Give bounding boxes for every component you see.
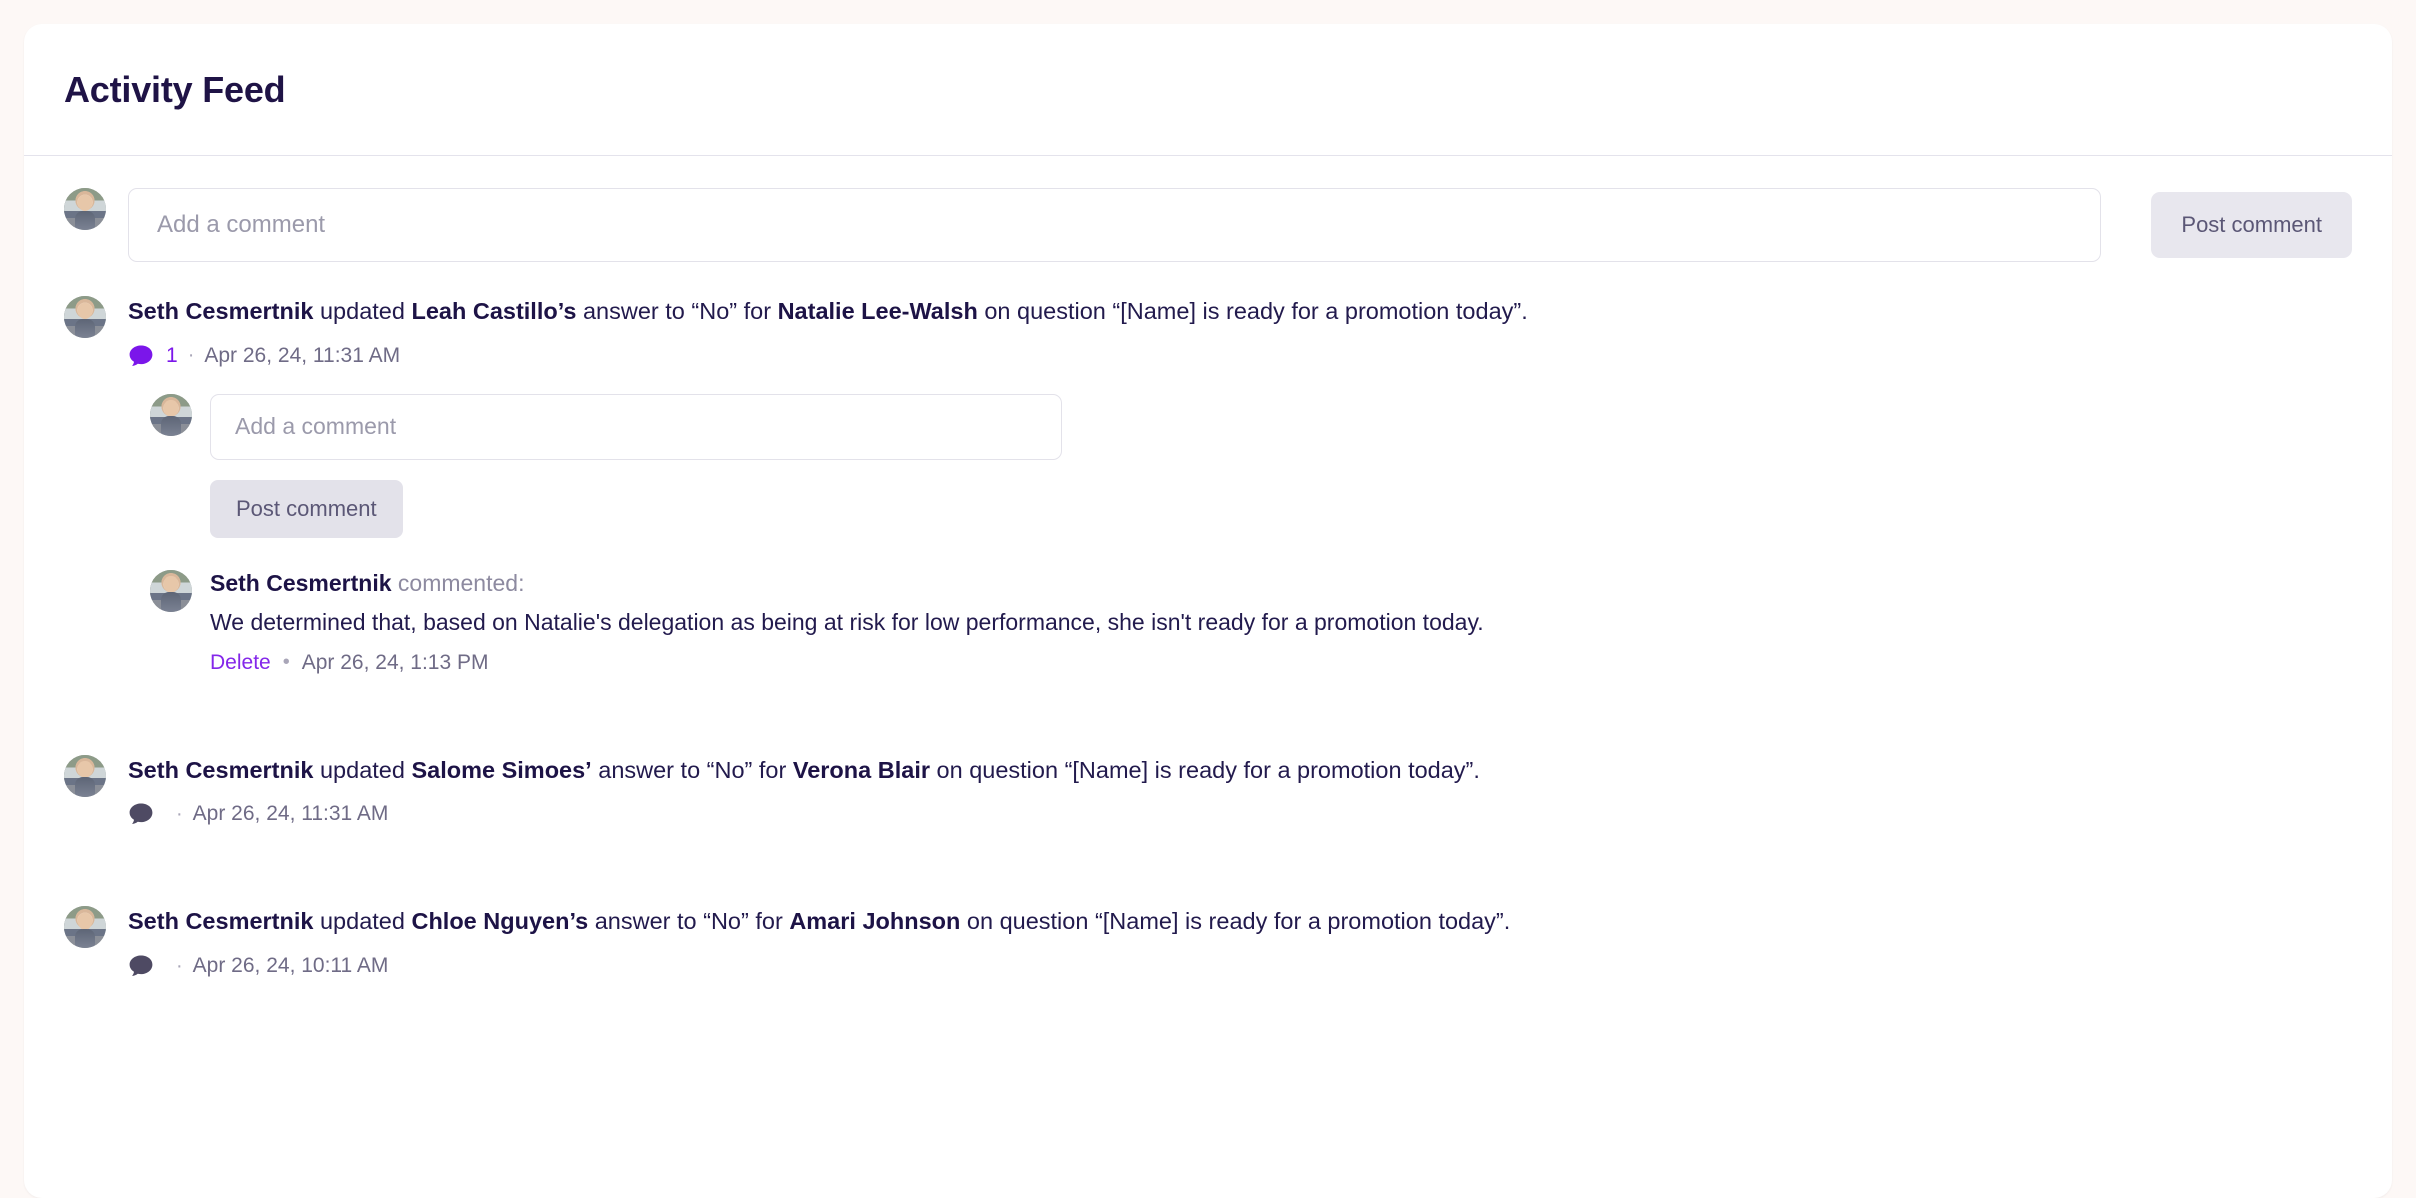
activity-tail: on question “[Name] is ready for a promo… (984, 298, 1528, 324)
meta-separator: • (282, 651, 290, 674)
avatar (150, 393, 192, 436)
thread-post-comment-button[interactable]: Post comment (210, 479, 403, 538)
activity-meta: · Apr 26, 24, 11:31 AM (128, 802, 2352, 826)
activity-actor: Seth Cesmertnik (128, 756, 314, 783)
activity-item: Seth Cesmertnik updated Salome Simoes’ a… (64, 754, 2352, 879)
comment-bubble-icon[interactable] (128, 954, 154, 978)
activity-timestamp: Apr 26, 24, 11:31 AM (204, 343, 401, 367)
activity-subject: Chloe Nguyen’s (411, 908, 589, 935)
activity-middle: answer to “No” for (582, 298, 772, 324)
comment-input[interactable]: Add a comment (128, 188, 2102, 262)
activity-meta: · Apr 26, 24, 10:11 AM (128, 954, 2352, 978)
activity-actor: Seth Cesmertnik (128, 908, 314, 935)
delete-comment-link[interactable]: Delete (210, 651, 271, 675)
thread-composer: Add a comment (150, 393, 2352, 460)
activity-target: Natalie Lee-Walsh (777, 298, 978, 324)
activity-verb: updated (319, 756, 405, 783)
activity-content: Seth Cesmertnik updated Salome Simoes’ a… (128, 755, 2352, 879)
thread-post-row: Post comment (210, 479, 2352, 538)
comment-count: 1 (166, 343, 178, 367)
avatar (64, 188, 106, 230)
meta-separator: · (176, 954, 183, 977)
card-header: Activity Feed (24, 24, 2392, 156)
activity-content: Seth Cesmertnik updated Chloe Nguyen’s a… (128, 906, 2352, 978)
meta-separator: · (187, 344, 195, 367)
thread-comment-header: Seth Cesmertnik commented: (210, 570, 1484, 597)
activity-timestamp: Apr 26, 24, 10:11 AM (192, 954, 389, 978)
thread-comment-input[interactable]: Add a comment (210, 393, 1062, 460)
thread-comment-action: commented: (397, 569, 525, 596)
thread-comment-timestamp: Apr 26, 24, 1:13 PM (301, 650, 489, 674)
activity-list: Seth Cesmertnik updated Leah Castillo’s … (64, 296, 2352, 978)
activity-text: Seth Cesmertnik updated Chloe Nguyen’s a… (128, 906, 2352, 938)
thread-comment-author: Seth Cesmertnik (210, 569, 392, 596)
activity-verb: updated (319, 298, 405, 324)
comment-composer: Add a comment Post comment (64, 188, 2352, 262)
thread-comment: Seth Cesmertnik commented: We determined… (150, 569, 2352, 675)
post-comment-button[interactable]: Post comment (2151, 192, 2352, 258)
avatar (64, 754, 106, 797)
thread-spacer (128, 675, 2352, 727)
activity-middle: answer to “No” for (594, 908, 783, 935)
activity-content: Seth Cesmertnik updated Leah Castillo’s … (128, 296, 2352, 727)
app-root: Activity Feed Add a comment Post comment (0, 0, 2416, 1198)
avatar (64, 906, 106, 949)
activity-actor: Seth Cesmertnik (128, 298, 314, 324)
activity-text: Seth Cesmertnik updated Leah Castillo’s … (128, 296, 2352, 328)
thread-comment-input-placeholder: Add a comment (235, 413, 397, 440)
comment-input-placeholder: Add a comment (157, 211, 326, 238)
activity-timestamp: Apr 26, 24, 11:31 AM (192, 802, 389, 826)
page-title: Activity Feed (64, 68, 286, 110)
thread-comment-content: Seth Cesmertnik commented: We determined… (210, 570, 1484, 675)
activity-middle: answer to “No” for (598, 756, 787, 783)
activity-meta: 1 · Apr 26, 24, 11:31 AM (128, 344, 2352, 368)
activity-tail: on question “[Name] is ready for a promo… (936, 756, 1480, 783)
comment-thread: Add a comment Post comment Seth Cesmertn… (150, 393, 2352, 675)
activity-spacer (128, 826, 2352, 878)
activity-subject: Salome Simoes’ (411, 756, 592, 783)
activity-verb: updated (319, 908, 405, 935)
activity-subject: Leah Castillo’s (411, 298, 577, 324)
thread-comment-meta: Delete • Apr 26, 24, 1:13 PM (210, 651, 1484, 675)
activity-tail: on question “[Name] is ready for a promo… (966, 908, 1511, 935)
thread-comment-body: We determined that, based on Natalie's d… (210, 608, 1484, 635)
activity-feed-card: Activity Feed Add a comment Post comment (24, 24, 2392, 1198)
activity-target: Verona Blair (792, 756, 930, 783)
comment-bubble-icon[interactable] (128, 344, 154, 368)
avatar (64, 296, 106, 338)
card-body: Add a comment Post comment Seth Cesmertn… (24, 156, 2392, 1046)
activity-text: Seth Cesmertnik updated Salome Simoes’ a… (128, 755, 2352, 787)
avatar (150, 569, 192, 612)
comment-bubble-icon[interactable] (128, 802, 154, 826)
activity-item: Seth Cesmertnik updated Leah Castillo’s … (64, 296, 2352, 727)
meta-separator: · (176, 802, 183, 825)
activity-item: Seth Cesmertnik updated Chloe Nguyen’s a… (64, 906, 2352, 978)
activity-target: Amari Johnson (789, 908, 961, 935)
